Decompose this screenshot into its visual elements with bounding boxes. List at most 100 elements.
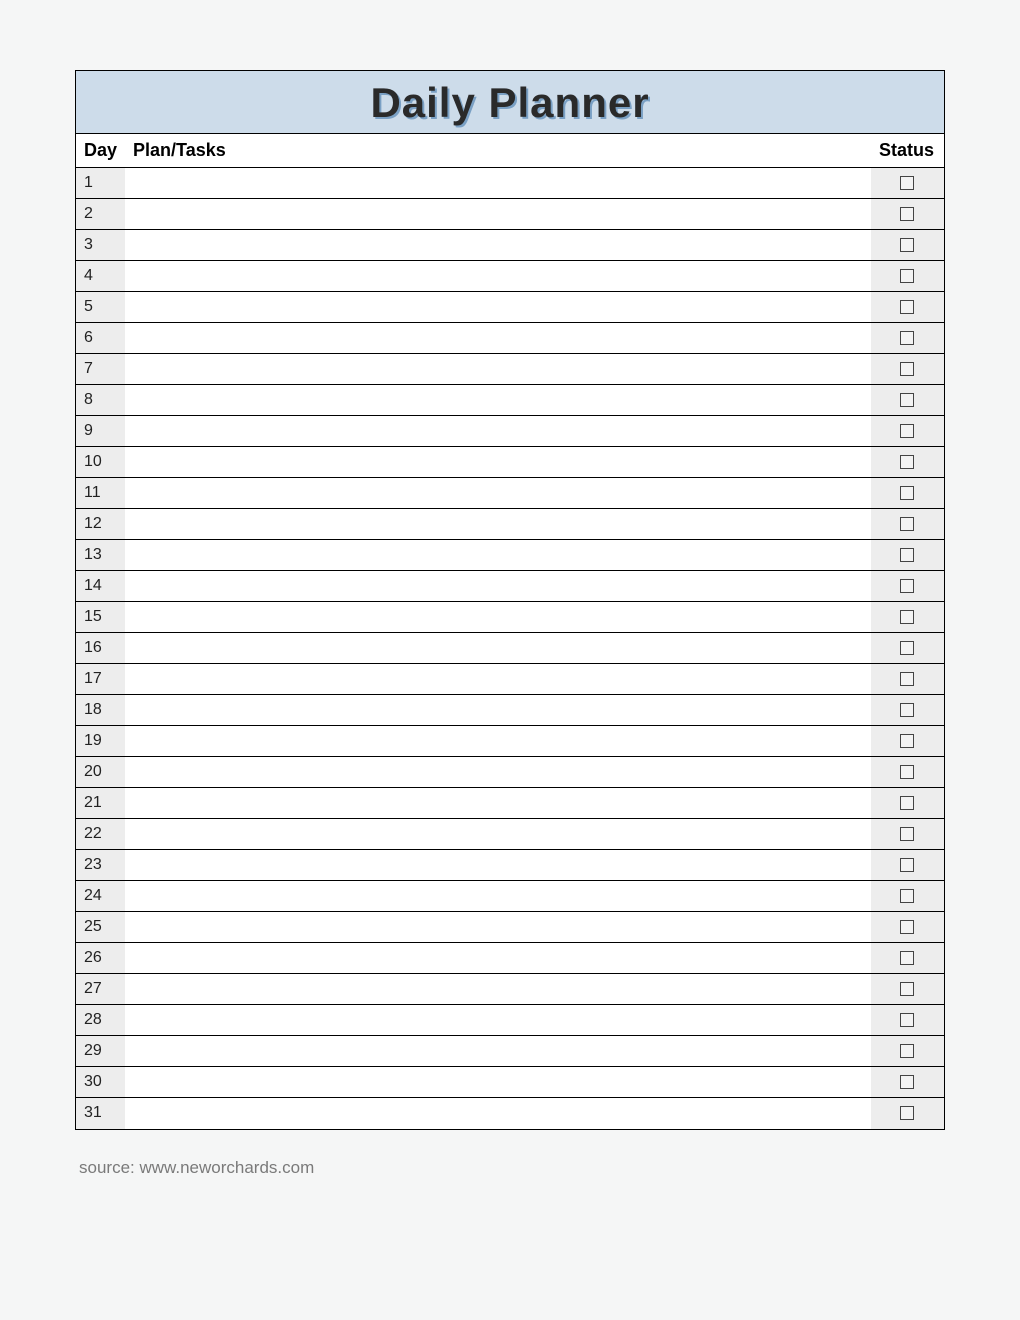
task-cell[interactable]	[125, 292, 871, 323]
day-number: 3	[76, 230, 125, 261]
task-cell[interactable]	[125, 943, 871, 974]
task-cell[interactable]	[125, 757, 871, 788]
status-checkbox[interactable]	[900, 610, 914, 624]
task-cell[interactable]	[125, 1036, 871, 1067]
status-checkbox[interactable]	[900, 858, 914, 872]
task-cell[interactable]	[125, 850, 871, 881]
task-cell[interactable]	[125, 168, 871, 199]
day-number: 27	[76, 974, 125, 1005]
task-cell[interactable]	[125, 1098, 871, 1129]
status-checkbox[interactable]	[900, 982, 914, 996]
status-checkbox[interactable]	[900, 548, 914, 562]
task-cell[interactable]	[125, 974, 871, 1005]
table-row: 12	[76, 509, 944, 540]
status-checkbox[interactable]	[900, 734, 914, 748]
status-checkbox[interactable]	[900, 393, 914, 407]
task-cell[interactable]	[125, 354, 871, 385]
status-checkbox[interactable]	[900, 517, 914, 531]
status-checkbox[interactable]	[900, 486, 914, 500]
status-cell	[871, 726, 944, 757]
status-checkbox[interactable]	[900, 579, 914, 593]
day-number: 8	[76, 385, 125, 416]
table-row: 21	[76, 788, 944, 819]
status-checkbox[interactable]	[900, 951, 914, 965]
status-checkbox[interactable]	[900, 1075, 914, 1089]
status-checkbox[interactable]	[900, 238, 914, 252]
task-cell[interactable]	[125, 447, 871, 478]
status-cell	[871, 1005, 944, 1036]
day-number: 17	[76, 664, 125, 695]
task-cell[interactable]	[125, 509, 871, 540]
table-row: 17	[76, 664, 944, 695]
table-row: 6	[76, 323, 944, 354]
task-cell[interactable]	[125, 695, 871, 726]
status-checkbox[interactable]	[900, 1013, 914, 1027]
task-cell[interactable]	[125, 261, 871, 292]
task-cell[interactable]	[125, 664, 871, 695]
task-cell[interactable]	[125, 571, 871, 602]
status-checkbox[interactable]	[900, 703, 914, 717]
table-row: 1	[76, 168, 944, 199]
status-cell	[871, 602, 944, 633]
status-cell	[871, 757, 944, 788]
task-cell[interactable]	[125, 633, 871, 664]
title-banner: Daily Planner	[76, 71, 944, 134]
day-number: 2	[76, 199, 125, 230]
status-cell	[871, 819, 944, 850]
status-checkbox[interactable]	[900, 672, 914, 686]
task-cell[interactable]	[125, 602, 871, 633]
table-row: 18	[76, 695, 944, 726]
status-cell	[871, 354, 944, 385]
task-cell[interactable]	[125, 912, 871, 943]
table-row: 9	[76, 416, 944, 447]
task-cell[interactable]	[125, 385, 871, 416]
task-cell[interactable]	[125, 323, 871, 354]
status-cell	[871, 447, 944, 478]
task-cell[interactable]	[125, 819, 871, 850]
task-cell[interactable]	[125, 1067, 871, 1098]
day-number: 6	[76, 323, 125, 354]
task-cell[interactable]	[125, 199, 871, 230]
task-cell[interactable]	[125, 416, 871, 447]
status-cell	[871, 633, 944, 664]
status-checkbox[interactable]	[900, 331, 914, 345]
status-checkbox[interactable]	[900, 300, 914, 314]
status-checkbox[interactable]	[900, 827, 914, 841]
task-cell[interactable]	[125, 726, 871, 757]
table-row: 19	[76, 726, 944, 757]
table-row: 30	[76, 1067, 944, 1098]
status-checkbox[interactable]	[900, 455, 914, 469]
column-header-status: Status	[871, 134, 944, 168]
status-cell	[871, 943, 944, 974]
day-number: 21	[76, 788, 125, 819]
day-number: 5	[76, 292, 125, 323]
task-cell[interactable]	[125, 1005, 871, 1036]
table-row: 26	[76, 943, 944, 974]
status-checkbox[interactable]	[900, 362, 914, 376]
day-number: 7	[76, 354, 125, 385]
status-checkbox[interactable]	[900, 641, 914, 655]
day-number: 9	[76, 416, 125, 447]
status-checkbox[interactable]	[900, 207, 914, 221]
status-checkbox[interactable]	[900, 1106, 914, 1120]
status-checkbox[interactable]	[900, 424, 914, 438]
day-number: 20	[76, 757, 125, 788]
status-checkbox[interactable]	[900, 889, 914, 903]
task-cell[interactable]	[125, 540, 871, 571]
status-checkbox[interactable]	[900, 796, 914, 810]
status-checkbox[interactable]	[900, 765, 914, 779]
day-number: 11	[76, 478, 125, 509]
task-cell[interactable]	[125, 881, 871, 912]
table-row: 15	[76, 602, 944, 633]
status-cell	[871, 850, 944, 881]
table-row: 13	[76, 540, 944, 571]
task-cell[interactable]	[125, 478, 871, 509]
status-checkbox[interactable]	[900, 269, 914, 283]
status-checkbox[interactable]	[900, 920, 914, 934]
task-cell[interactable]	[125, 230, 871, 261]
table-row: 16	[76, 633, 944, 664]
table-row: 8	[76, 385, 944, 416]
status-checkbox[interactable]	[900, 1044, 914, 1058]
status-checkbox[interactable]	[900, 176, 914, 190]
task-cell[interactable]	[125, 788, 871, 819]
